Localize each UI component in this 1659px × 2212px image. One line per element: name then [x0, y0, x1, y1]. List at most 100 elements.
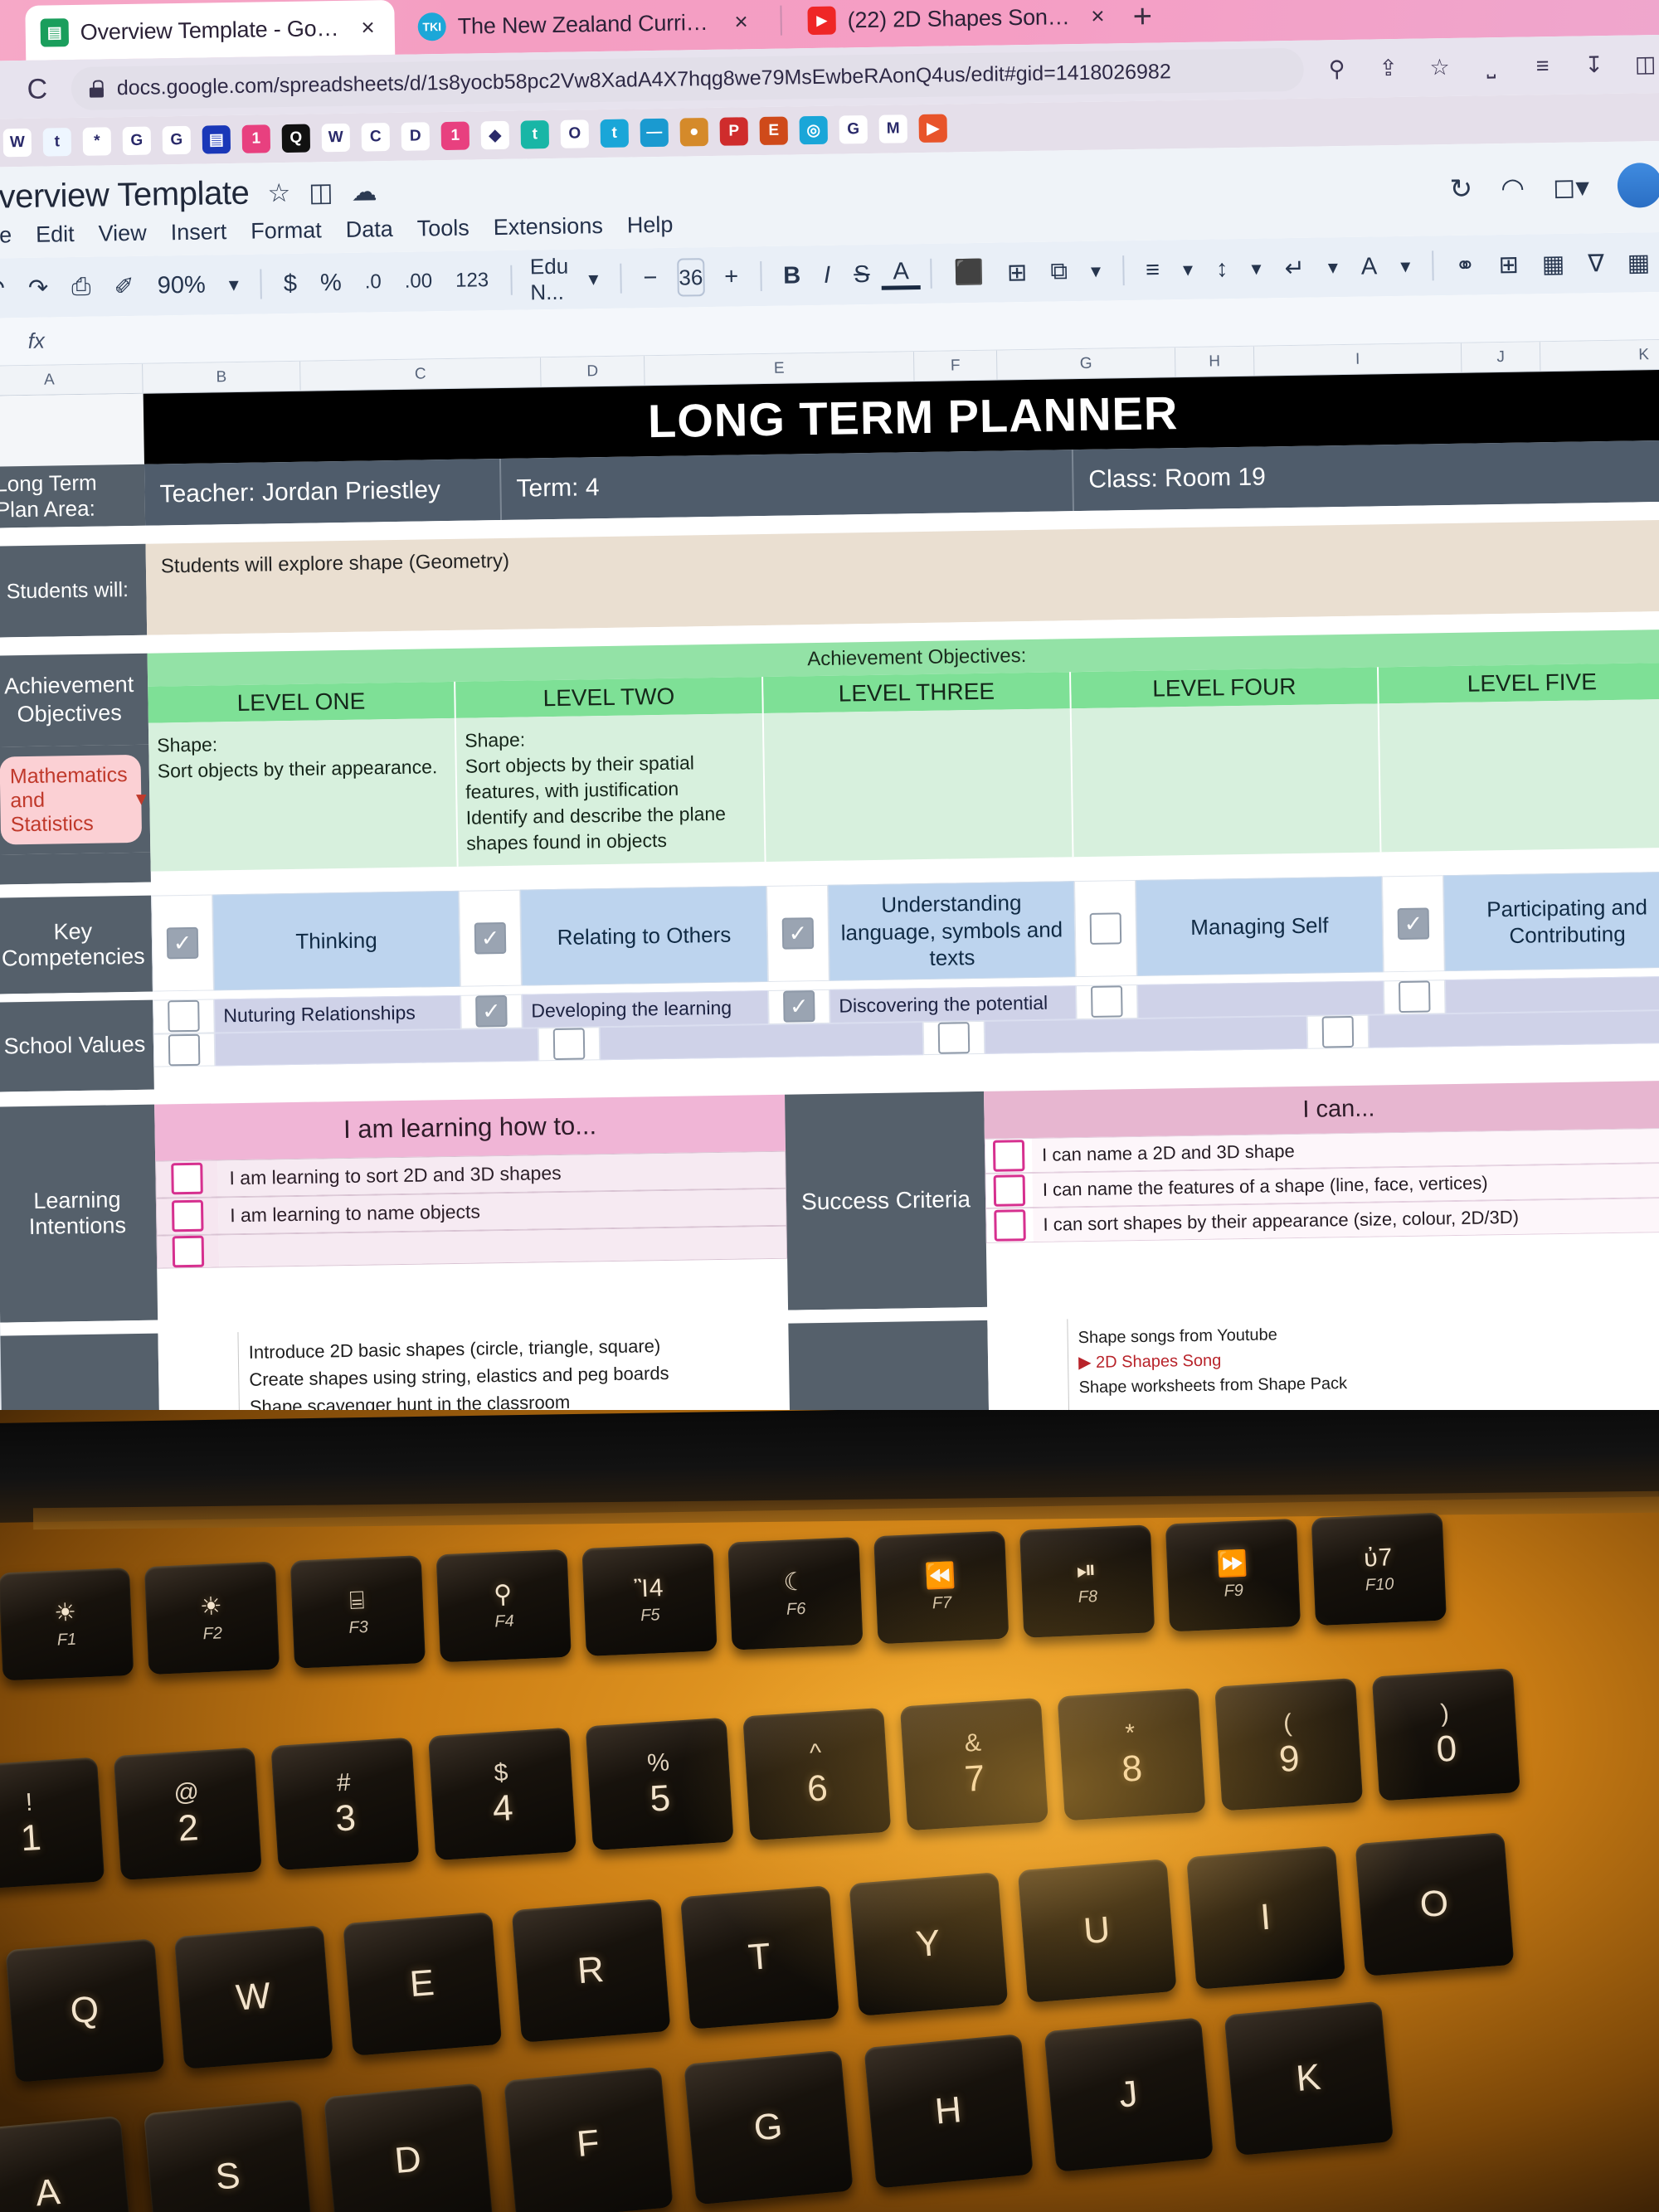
comment-icon[interactable]: ◠ — [1501, 171, 1525, 203]
level-content-5[interactable] — [1379, 698, 1659, 853]
key-⌸[interactable]: ⌸ F3 — [289, 1555, 426, 1669]
strikethrough-button[interactable]: S — [842, 260, 882, 289]
students-will-label[interactable]: Students will: — [0, 543, 148, 638]
week-side[interactable] — [0, 1333, 160, 1414]
achievement-objectives-label[interactable]: Achievement Objectives — [0, 653, 149, 747]
school-value-label[interactable] — [1444, 975, 1659, 1014]
key-7[interactable]: & 7 — [899, 1697, 1048, 1831]
key-☾[interactable]: ☾ F6 — [727, 1537, 864, 1650]
bookmark-item[interactable]: O — [554, 115, 595, 153]
school-value-label[interactable]: Developing the learning — [522, 989, 769, 1028]
text-wrap-button[interactable]: ↵ — [1272, 253, 1316, 283]
key-u[interactable]: U — [1017, 1859, 1177, 2003]
paint-format-button[interactable]: ✐ — [102, 271, 146, 301]
teacher-cell[interactable]: Teacher: Jordan Priestley — [144, 458, 503, 526]
cast-icon[interactable]: ⎵ — [1472, 53, 1509, 80]
school-values-label[interactable]: School Values — [0, 999, 154, 1092]
key-ὐ7[interactable]: ὐ7 F10 — [1311, 1512, 1447, 1626]
level-content-4[interactable] — [1071, 703, 1382, 858]
borders-button[interactable]: ⊞ — [995, 257, 1039, 287]
bookmark-item[interactable]: M — [873, 110, 913, 148]
checkbox[interactable] — [1091, 985, 1123, 1018]
menu-item-help[interactable]: Help — [627, 212, 674, 239]
week-activities[interactable]: Introduce 2D basic shapes (circle, trian… — [237, 1323, 791, 1414]
menu-item-tools[interactable]: Tools — [417, 216, 470, 242]
key-r[interactable]: R — [511, 1898, 671, 2043]
avatar[interactable] — [1617, 162, 1659, 208]
bookmark-item[interactable]: t — [594, 114, 635, 152]
text-rotation-button[interactable]: A — [1350, 253, 1389, 281]
school-value-checkbox-cell[interactable] — [153, 1033, 216, 1067]
key-3[interactable]: #3 — [270, 1737, 420, 1871]
level-header-1[interactable]: LEVEL ONE — [148, 681, 456, 723]
checkbox-cell[interactable] — [985, 1138, 1033, 1173]
column-header-F[interactable]: F — [913, 350, 998, 382]
key-competency-checkbox-cell[interactable]: ✓ — [459, 889, 522, 987]
learning-intention-text[interactable] — [218, 1226, 787, 1267]
term-cell[interactable]: Term: 4 — [500, 450, 1074, 520]
key-ἲ4[interactable]: Ἲ4 F5 — [581, 1543, 718, 1656]
menu-item-insert[interactable]: Insert — [170, 219, 226, 246]
key-competency-checkbox-cell[interactable]: ✓ — [1381, 875, 1445, 973]
browser-tab-1[interactable]: TKI The New Zealand Curriculum × — [402, 0, 768, 55]
key-competency-label[interactable]: Participating and Contributing — [1443, 871, 1659, 971]
key-☀[interactable]: ☀ F2 — [144, 1561, 280, 1675]
key-⏯[interactable]: ⏯ F8 — [1019, 1524, 1155, 1638]
checkbox[interactable] — [994, 1208, 1026, 1242]
bookmark-item[interactable]: t — [514, 116, 555, 153]
font-size-input[interactable]: 36 — [677, 258, 705, 297]
key-s[interactable]: S — [143, 2099, 314, 2212]
percent-button[interactable]: % — [309, 269, 353, 297]
font-family-select[interactable]: Edu N... — [522, 254, 577, 306]
checkbox[interactable] — [992, 1139, 1025, 1172]
create-filter-button[interactable]: ∇ — [1576, 248, 1616, 278]
new-tab-button[interactable]: + — [1132, 0, 1152, 36]
area-label[interactable]: Long Term Plan Area: — [0, 464, 146, 528]
text-color-button[interactable]: A — [881, 258, 922, 290]
bookmark-item[interactable]: ● — [674, 114, 714, 151]
key-competency-label[interactable]: Managing Self — [1136, 876, 1384, 976]
level-header-5[interactable]: LEVEL FIVE — [1379, 662, 1659, 704]
school-value-checkbox-cell[interactable] — [1306, 1014, 1370, 1049]
checkbox[interactable] — [993, 1174, 1026, 1207]
checkbox[interactable]: ✓ — [1397, 907, 1430, 941]
school-value-checkbox-cell[interactable] — [153, 999, 215, 1034]
key-⚲[interactable]: ⚲ F4 — [435, 1548, 572, 1663]
search-icon[interactable]: ⚲ — [1318, 56, 1355, 82]
vertical-align-button[interactable]: ↕ — [1204, 255, 1240, 283]
chevron-down-icon[interactable]: ▾ — [1389, 254, 1422, 279]
undo-button[interactable]: ↶ — [0, 274, 17, 304]
horizontal-align-button[interactable]: ≡ — [1134, 256, 1171, 284]
key-⏪[interactable]: ⏪ F7 — [873, 1530, 1010, 1645]
level-header-3[interactable]: LEVEL THREE — [763, 672, 1072, 714]
checkbox[interactable] — [552, 1028, 586, 1060]
checkbox-cell[interactable] — [156, 1160, 218, 1198]
italic-button[interactable]: I — [812, 261, 843, 289]
bookmark-item[interactable]: ◆ — [474, 117, 515, 154]
checkbox[interactable] — [172, 1235, 205, 1268]
menu-item-view[interactable]: View — [98, 221, 147, 247]
school-value-checkbox-cell[interactable] — [1075, 984, 1138, 1019]
key-g[interactable]: G — [684, 2049, 854, 2205]
checkbox[interactable]: ✓ — [783, 990, 815, 1023]
key-4[interactable]: $4 — [428, 1727, 577, 1861]
side-panel-icon[interactable]: ◫ — [1627, 51, 1659, 77]
share-icon[interactable]: ⇪ — [1370, 55, 1406, 81]
menu-item-file[interactable]: File — [0, 222, 12, 249]
checkbox[interactable] — [168, 1033, 201, 1067]
class-cell[interactable]: Class: Room 19 — [1073, 440, 1659, 512]
school-value-checkbox-cell[interactable]: ✓ — [768, 989, 830, 1024]
checkbox-cell[interactable] — [157, 1235, 220, 1268]
chevron-down-icon[interactable]: ▾ — [1239, 256, 1272, 281]
insert-link-button[interactable]: ⚭ — [1443, 250, 1487, 280]
key-competency-checkbox-cell[interactable]: ✓ — [151, 894, 214, 992]
zoom-level[interactable]: 90% — [145, 271, 217, 299]
key-competency-checkbox-cell[interactable]: ✓ — [766, 885, 830, 982]
bookmark-item[interactable]: 1 — [236, 120, 276, 158]
bold-button[interactable]: B — [771, 262, 812, 290]
increase-decimal-button[interactable]: .00 — [393, 270, 445, 294]
key-t[interactable]: T — [680, 1885, 839, 2030]
key-competency-label[interactable]: Understanding language, symbols and text… — [828, 881, 1076, 981]
column-header-C[interactable]: C — [300, 357, 542, 391]
bookmark-item[interactable]: t — [37, 124, 78, 161]
